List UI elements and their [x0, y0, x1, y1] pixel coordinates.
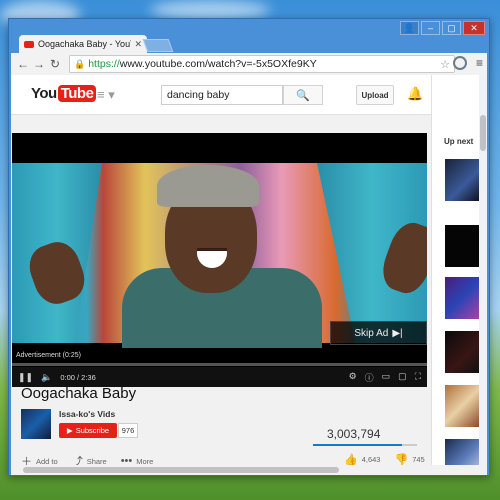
title-bar: Oogachaka Baby - YouTub ✕ 👤 ‒ ▢ ✕ — [9, 19, 489, 53]
pause-icon[interactable]: ❚❚ — [18, 372, 33, 383]
lock-icon: 🔒 — [74, 58, 86, 69]
up-next-thumbnail[interactable] — [445, 225, 479, 267]
dislike-count: 745 — [412, 455, 425, 464]
reload-icon[interactable]: ↻ — [47, 57, 63, 71]
browser-toolbar: ← → ↻ 🔒 https:// www.youtube.com/watch?v… — [11, 53, 487, 75]
skip-ad-label: Skip Ad — [354, 327, 389, 339]
search-input[interactable] — [161, 85, 283, 105]
url-scheme: https:// — [88, 58, 120, 70]
person-cap — [157, 165, 259, 207]
progress-bar[interactable] — [12, 363, 427, 366]
volume-icon[interactable]: 🔈 — [41, 372, 52, 383]
channel-name[interactable]: Issa-ko's Vids — [59, 409, 115, 419]
search-button[interactable]: 🔍 — [283, 85, 323, 105]
vertical-scrollbar[interactable] — [479, 75, 487, 475]
player-controls: ❚❚ 🔈 0:00 / 2:36 ⚙ ⓘ ▭ ▢ ⛶ — [12, 367, 427, 387]
youtube-logo[interactable]: You Tube — [31, 85, 97, 102]
like-ratio-bar — [313, 444, 417, 446]
page-viewport: You Tube ≡ ▾ 🔍 Upload 🔔 Skip Ad — [11, 75, 487, 475]
info-icon[interactable]: ⓘ — [365, 371, 374, 384]
minimize-button[interactable]: ‒ — [421, 21, 440, 35]
horizontal-scrollbar[interactable] — [11, 465, 487, 475]
horizontal-scroll-thumb[interactable] — [23, 467, 339, 473]
forward-icon[interactable]: → — [31, 57, 47, 71]
up-next-thumbnail[interactable] — [445, 277, 479, 319]
youtube-favicon-icon — [24, 40, 34, 48]
skip-ad-button[interactable]: Skip Ad ▶| — [330, 321, 427, 345]
close-tab-icon[interactable]: ✕ — [134, 39, 142, 50]
video-player[interactable]: Skip Ad ▶| Advertisement (0:25) ❚❚ 🔈 0:0… — [12, 133, 427, 387]
logo-tube-text: Tube — [57, 85, 97, 102]
bookmark-star-icon[interactable]: ☆ — [440, 58, 450, 71]
settings-gear-icon[interactable]: ⚙ — [349, 371, 357, 384]
miniplayer-icon[interactable]: ▭ — [382, 371, 391, 384]
maximize-button[interactable]: ▢ — [442, 21, 461, 35]
window-controls: 👤 ‒ ▢ ✕ — [400, 21, 485, 35]
fullscreen-icon[interactable]: ⛶ — [415, 371, 421, 384]
chrome-menu-icon[interactable]: ≡ — [476, 56, 483, 70]
view-count: 3,003,794 — [327, 427, 381, 441]
subscriber-count: 976 — [118, 423, 138, 438]
up-next-thumbnail[interactable] — [445, 385, 479, 427]
notification-bell-icon[interactable]: 🔔 — [407, 86, 423, 102]
like-ratio-fill — [313, 444, 403, 446]
logo-you-text: You — [31, 85, 57, 102]
subscribe-label: Subscribe — [75, 426, 110, 435]
theater-mode-icon[interactable]: ▢ — [398, 371, 407, 384]
tab-title: Oogachaka Baby - YouTub — [38, 39, 131, 49]
upload-button[interactable]: Upload — [356, 85, 394, 105]
vertical-scroll-thumb[interactable] — [480, 115, 486, 151]
user-icon[interactable]: 👤 — [400, 21, 419, 35]
url-path: www.youtube.com/watch?v=-5x5OXfe9KY — [119, 58, 317, 70]
play-logo-icon: ▶ — [66, 426, 73, 435]
up-next-thumbnail[interactable] — [445, 331, 479, 373]
channel-avatar[interactable] — [21, 409, 51, 439]
search-icon: 🔍 — [296, 89, 310, 102]
up-next-thumbnail[interactable] — [445, 159, 479, 201]
browser-window: Oogachaka Baby - YouTub ✕ 👤 ‒ ▢ ✕ ← → ↻ … — [8, 18, 490, 476]
skip-next-icon: ▶| — [392, 327, 403, 339]
back-icon[interactable]: ← — [15, 57, 31, 71]
browser-tab[interactable]: Oogachaka Baby - YouTub ✕ — [19, 35, 147, 53]
guide-menu-icon[interactable]: ≡ ▾ — [97, 87, 115, 103]
extension-icon[interactable] — [453, 56, 467, 70]
desktop-cloud — [150, 0, 270, 20]
ad-label: Advertisement (0:25) — [16, 352, 81, 359]
new-tab-button[interactable] — [142, 39, 174, 52]
video-title: Oogachaka Baby — [21, 385, 137, 402]
address-bar[interactable]: 🔒 https:// www.youtube.com/watch?v=-5x5O… — [69, 55, 455, 73]
up-next-heading: Up next — [444, 137, 474, 146]
youtube-header: You Tube ≡ ▾ 🔍 Upload 🔔 — [11, 75, 487, 115]
close-window-button[interactable]: ✕ — [463, 21, 485, 35]
subscribe-button[interactable]: ▶ Subscribe — [59, 423, 117, 438]
time-display: 0:00 / 2:36 — [60, 372, 96, 382]
video-frame — [12, 163, 427, 348]
player-controls-right: ⚙ ⓘ ▭ ▢ ⛶ — [349, 371, 421, 384]
like-count: 4,643 — [361, 455, 381, 464]
